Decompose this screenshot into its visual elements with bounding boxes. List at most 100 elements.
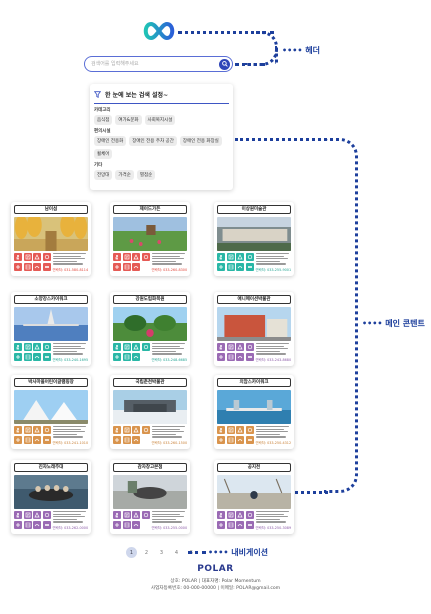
svg-text:P: P: [26, 514, 28, 518]
place-card[interactable]: 제이드가든 P 연락처: 033-260-8300: [110, 202, 190, 276]
filter-chip[interactable]: 사회복지시설: [144, 115, 176, 125]
amenity-icon: P: [226, 253, 235, 261]
amenity-icon: [122, 262, 131, 271]
search-input[interactable]: [91, 59, 213, 69]
amenity-icon: [33, 520, 41, 529]
filter-chip-row: 전망대 가격순 별점순: [94, 170, 229, 180]
place-card[interactable]: 소양강스카이워크 P 연락처: 033-240-1695: [11, 292, 91, 366]
amenity-icon: [132, 262, 140, 271]
info-text-line: [151, 433, 177, 436]
filter-group-label: 카테고리: [94, 108, 111, 113]
amenity-icon: [141, 253, 150, 261]
amenity-icon: P: [226, 511, 235, 519]
page-button[interactable]: 1: [126, 547, 137, 558]
place-card[interactable]: 의암스카이워크 P 연락처: 033-250-4312: [214, 375, 294, 449]
main-annotation-line-top: [235, 138, 333, 141]
svg-text:P: P: [125, 514, 127, 518]
amenity-icon: [42, 343, 51, 351]
info-text-line: [151, 350, 177, 353]
amenity-icon: [141, 343, 150, 351]
amenity-icon: [226, 352, 235, 361]
place-card-title: 국립춘천박물관: [113, 378, 187, 387]
filter-chip[interactable]: 음식점: [94, 115, 113, 125]
page-button[interactable]: 4: [171, 547, 182, 558]
amenity-icon: [113, 520, 121, 529]
filter-chip[interactable]: 전망대: [94, 170, 113, 180]
place-phone: 연락처: 033-241-1010: [52, 440, 89, 445]
filter-chip[interactable]: 별점순: [136, 170, 156, 180]
filter-divider: [94, 103, 229, 104]
amenity-icon: [132, 352, 140, 361]
place-card[interactable]: 감자창고본점 P 연락처: 033-255-0000: [110, 460, 190, 534]
amenity-icon-grid: P: [113, 253, 150, 273]
search-bar: [84, 56, 233, 72]
filter-chip[interactable]: 여가&문화: [115, 115, 142, 125]
filter-chip[interactable]: 휠체어: [94, 149, 113, 159]
svg-text:P: P: [125, 429, 127, 433]
nav-annotation-line: [188, 551, 206, 554]
place-card-photo: [217, 307, 291, 341]
filter-icon: [94, 91, 101, 98]
info-text-line: [151, 345, 180, 347]
amenity-icon: P: [23, 253, 32, 261]
info-text-line: [255, 263, 286, 265]
place-card[interactable]: 이상원미술관 P 연락처: 033-255-9001: [214, 202, 294, 276]
amenity-icon: [236, 426, 244, 434]
search-icon: [221, 61, 228, 67]
info-text-line: [52, 253, 87, 255]
info-text-line: [151, 436, 182, 438]
amenity-icon: [42, 435, 51, 444]
place-card[interactable]: 남이섬 P 연락처: 031-580-8114: [11, 202, 91, 276]
place-info: 연락처: 033-260-8300: [150, 253, 187, 273]
place-card-title: 감자창고본점: [113, 463, 187, 472]
info-text-line: [52, 353, 83, 355]
info-text-line: [52, 516, 85, 518]
place-card-details: P 연락처: 033-240-1695: [14, 343, 88, 363]
amenity-icon: P: [122, 426, 131, 434]
place-phone: 연락처: 033-243-8680: [255, 357, 292, 362]
page-button[interactable]: 3: [156, 547, 167, 558]
place-phone: 연락처: 033-260-1500: [151, 440, 188, 445]
place-card[interactable]: 공지천 P 연락처: 033-250-3089: [214, 460, 294, 534]
place-card[interactable]: 진자노래주대 P 연락처: 033-262-0000: [11, 460, 91, 534]
page-button[interactable]: 2: [141, 547, 152, 558]
info-text-line: [151, 511, 186, 513]
amenity-icon: [217, 352, 225, 361]
info-text-line: [151, 431, 184, 433]
amenity-icon: [217, 511, 225, 519]
infinity-logo-icon[interactable]: [142, 20, 176, 42]
filter-chip[interactable]: 장애인 전용 화장실: [179, 136, 222, 146]
amenity-icon: [217, 343, 225, 351]
place-info: 연락처: 033-250-4312: [254, 426, 291, 446]
filter-chip[interactable]: 장애인 전용화: [94, 136, 127, 146]
place-card-title: 강원도립화목원: [113, 295, 187, 304]
amenity-icon: P: [226, 343, 235, 351]
filter-chip-row: 음식점 여가&문화 사회복지시설: [94, 115, 229, 125]
search-button[interactable]: [219, 58, 230, 70]
amenity-icon: [14, 435, 22, 444]
info-text-line: [255, 433, 281, 436]
info-text-line: [52, 436, 83, 438]
filter-panel: 한 눈에 보는 검색 설정~ 카테고리 음식점 여가&문화 사회복지시설 편의시설 장애인…: [90, 84, 233, 190]
header-annotation-label: •••• 헤더: [282, 46, 320, 55]
place-card-photo: [113, 475, 187, 509]
amenity-icon: [122, 520, 131, 529]
place-card[interactable]: 애니메이션박물관 P 연락처: 033-243-8680: [214, 292, 294, 366]
place-card-title: 진자노래주대: [14, 463, 88, 472]
filter-chip[interactable]: 장애인 전용 주차 공간: [129, 136, 177, 146]
info-text-line: [52, 511, 87, 513]
amenity-icon: [245, 435, 254, 444]
place-card[interactable]: 국립춘천박물관 P 연락처: 033-260-1500: [110, 375, 190, 449]
place-card[interactable]: 박사마을어린이글램핑장 P 연락처: 033-241-1010: [11, 375, 91, 449]
place-card-title: 애니메이션박물관: [217, 295, 291, 304]
info-text-line: [255, 431, 288, 433]
amenity-icon: [113, 426, 121, 434]
amenity-icon: [14, 352, 22, 361]
place-card-title: 박사마을어린이글램핑장: [14, 378, 88, 387]
svg-text:P: P: [26, 346, 28, 350]
amenity-icon: [23, 262, 32, 271]
amenity-icon: [33, 262, 41, 271]
place-card[interactable]: 강원도립화목원 P 연락처: 033-248-6685: [110, 292, 190, 366]
filter-chip[interactable]: 가격순: [115, 170, 134, 180]
place-card-details: P 연락처: 033-243-8680: [217, 343, 291, 363]
